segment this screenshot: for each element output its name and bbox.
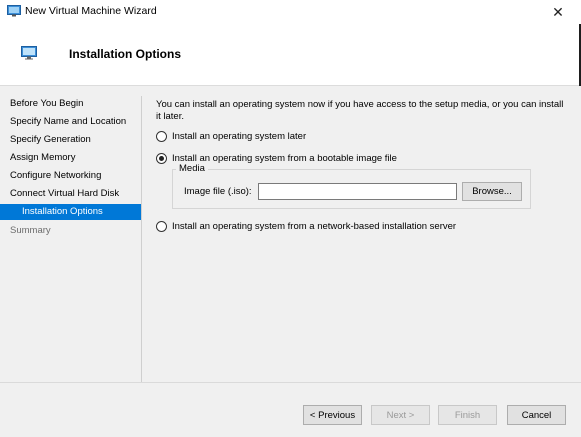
close-button[interactable]: ✕ xyxy=(535,0,581,24)
install-later-label: Install an operating system later xyxy=(172,130,307,142)
image-file-label: Image file (.iso): xyxy=(184,186,252,197)
next-button[interactable]: Next > xyxy=(371,405,430,425)
cancel-button[interactable]: Cancel xyxy=(507,405,566,425)
sidebar-item-installation-options[interactable]: Installation Options xyxy=(0,204,141,220)
virtual-machine-icon xyxy=(21,46,37,60)
previous-button[interactable]: < Previous xyxy=(303,405,362,425)
wizard-steps-sidebar: Before You Begin Specify Name and Locati… xyxy=(0,87,142,382)
title-bar: New Virtual Machine Wizard ✕ xyxy=(0,0,581,24)
option-install-later[interactable]: Install an operating system later xyxy=(156,129,306,143)
sidebar-item-generation[interactable]: Specify Generation xyxy=(0,132,141,148)
virtual-machine-icon xyxy=(7,5,21,17)
sidebar-item-name-location[interactable]: Specify Name and Location xyxy=(0,114,141,130)
image-file-input[interactable] xyxy=(258,183,457,200)
network-server-label: Install an operating system from a netwo… xyxy=(172,220,457,232)
sidebar-item-networking[interactable]: Configure Networking xyxy=(0,168,141,184)
media-group: Media Image file (.iso): Browse... xyxy=(172,163,531,209)
sidebar-item-summary[interactable]: Summary xyxy=(0,223,141,239)
bootable-image-radio[interactable] xyxy=(156,152,167,164)
close-icon: ✕ xyxy=(552,3,564,20)
sidebar-divider xyxy=(141,96,142,382)
option-network-server[interactable]: Install an operating system from a netwo… xyxy=(156,219,456,233)
finish-button[interactable]: Finish xyxy=(438,405,497,425)
wizard-footer: < Previous Next > Finish Cancel xyxy=(0,383,581,437)
page-title: Installation Options xyxy=(69,47,182,61)
sidebar-item-before-you-begin[interactable]: Before You Begin xyxy=(0,96,141,112)
wizard-window: New Virtual Machine Wizard ✕ Installatio… xyxy=(0,0,581,437)
browse-button[interactable]: Browse... xyxy=(462,182,522,201)
sidebar-item-hard-disk[interactable]: Connect Virtual Hard Disk xyxy=(0,186,141,202)
bootable-image-label: Install an operating system from a boota… xyxy=(172,152,397,164)
window-title: New Virtual Machine Wizard xyxy=(25,5,157,17)
header-banner: Installation Options xyxy=(0,24,581,86)
network-server-radio[interactable] xyxy=(156,220,167,232)
media-legend: Media xyxy=(176,163,208,174)
intro-text: You can install an operating system now … xyxy=(156,99,564,122)
sidebar-item-memory[interactable]: Assign Memory xyxy=(0,150,141,166)
install-later-radio[interactable] xyxy=(156,130,167,142)
